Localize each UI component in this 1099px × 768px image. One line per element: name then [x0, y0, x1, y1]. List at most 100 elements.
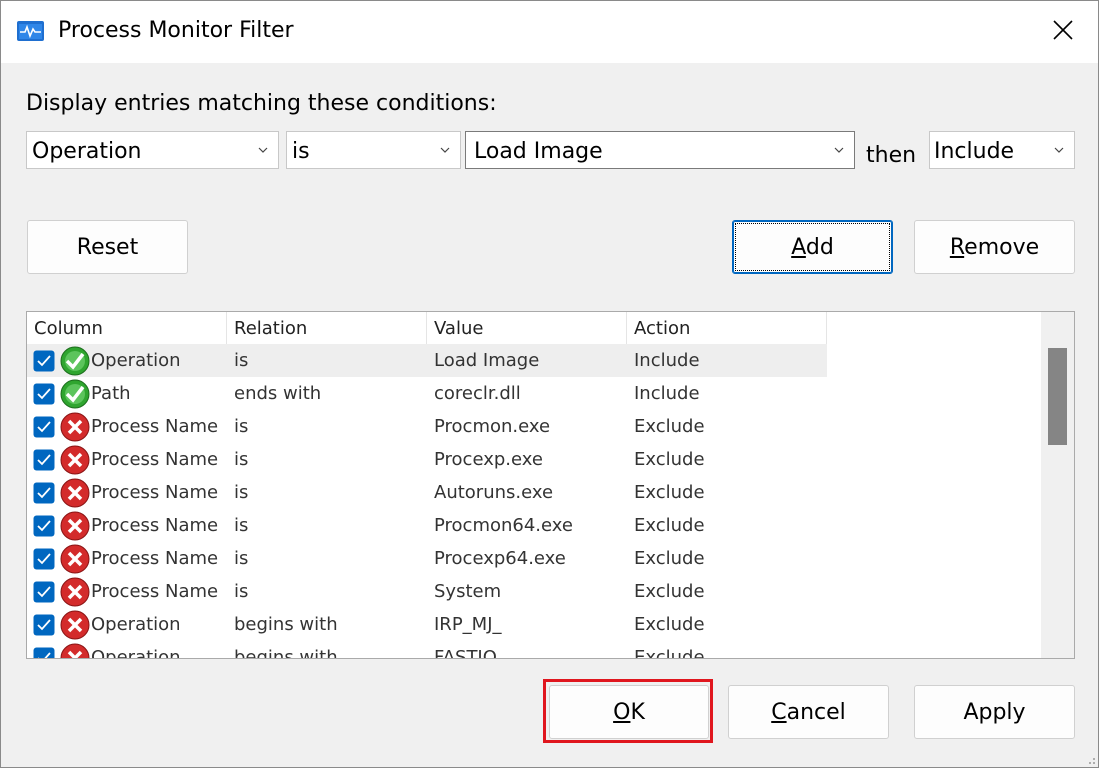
table-row[interactable]: Process Name is Procexp64.exe Exclude	[27, 542, 827, 575]
value-combobox[interactable]: Load Image	[465, 131, 855, 169]
table-row[interactable]: Operation begins with IRP_MJ_ Exclude	[27, 608, 827, 641]
row-column-text: Process Name	[91, 449, 219, 470]
checkbox-checked-icon[interactable]	[33, 416, 55, 438]
close-button[interactable]	[1028, 1, 1098, 59]
table-row[interactable]: Process Name is Procexp.exe Exclude	[27, 443, 827, 476]
row-column-text: Path	[91, 383, 131, 404]
cell-relation: is	[234, 350, 249, 371]
chevron-down-icon	[258, 147, 268, 153]
checkbox-checked-icon[interactable]	[33, 614, 55, 636]
cell-value: FASTIO_	[434, 647, 506, 659]
row-column-text: Process Name	[91, 548, 219, 569]
add-button[interactable]: Add	[732, 220, 893, 274]
header-value[interactable]: Value	[427, 312, 627, 344]
header-action[interactable]: Action	[627, 312, 827, 344]
cell-column: Process Name	[27, 543, 227, 575]
cell-column: Process Name	[27, 411, 227, 443]
row-column-text: Operation	[91, 614, 181, 635]
window-title: Process Monitor Filter	[58, 18, 294, 43]
header-column[interactable]: Column	[27, 312, 227, 344]
relation-combobox-value: is	[292, 139, 310, 164]
header-relation[interactable]: Relation	[227, 312, 427, 344]
exclude-x-icon	[60, 445, 90, 474]
cell-action: Exclude	[634, 416, 705, 437]
exclude-x-icon	[60, 643, 90, 658]
checkbox-checked-icon[interactable]	[33, 383, 55, 405]
cell-value: Procexp64.exe	[434, 548, 566, 569]
checkbox-checked-icon[interactable]	[33, 581, 55, 603]
cell-value: System	[434, 581, 502, 602]
cancel-button[interactable]: Cancel	[728, 685, 889, 739]
exclude-x-icon	[60, 544, 90, 573]
checkbox-checked-icon[interactable]	[33, 449, 55, 471]
row-column-text: Operation	[91, 350, 181, 371]
cell-value: IRP_MJ_	[434, 614, 502, 635]
add-accesskey: A	[791, 234, 806, 260]
table-row[interactable]: Process Name is Procmon.exe Exclude	[27, 410, 827, 443]
checkbox-checked-icon[interactable]	[33, 515, 55, 537]
table-row[interactable]: Process Name is Procmon64.exe Exclude	[27, 509, 827, 542]
table-row[interactable]: Path ends with coreclr.dll Include	[27, 377, 827, 410]
filter-list[interactable]: Column Relation Value Action Operation is…	[26, 311, 1075, 659]
row-column-text: Process Name	[91, 515, 219, 536]
cell-action: Exclude	[634, 449, 705, 470]
exclude-x-icon	[60, 577, 90, 606]
relation-combobox[interactable]: is	[286, 131, 461, 169]
checkbox-checked-icon[interactable]	[33, 350, 55, 372]
add-label-rest: dd	[805, 234, 834, 260]
title-bar: Process Monitor Filter	[1, 1, 1098, 63]
resize-grip-icon[interactable]	[1084, 753, 1096, 765]
chevron-down-icon	[440, 147, 450, 153]
checkbox-checked-icon[interactable]	[33, 482, 55, 504]
remove-button[interactable]: Remove	[914, 220, 1075, 274]
row-column-text: Process Name	[91, 482, 219, 503]
cell-relation: is	[234, 449, 249, 470]
remove-label-rest: emove	[964, 234, 1040, 260]
then-label: then	[866, 143, 917, 168]
vertical-scrollbar[interactable]	[1041, 312, 1074, 658]
cell-relation: begins with	[234, 647, 338, 659]
ok-highlight-box	[543, 679, 713, 743]
cell-action: Exclude	[634, 482, 705, 503]
cell-relation: is	[234, 416, 249, 437]
checkbox-checked-icon[interactable]	[33, 548, 55, 570]
row-column-text: Process Name	[91, 416, 219, 437]
cell-action: Exclude	[634, 614, 705, 635]
process-monitor-filter-dialog: Process Monitor Filter Display entries m…	[0, 0, 1099, 768]
row-column-text: Process Name	[91, 581, 219, 602]
cell-column: Operation	[27, 345, 227, 377]
cell-value: Autoruns.exe	[434, 482, 554, 503]
cell-column: Process Name	[27, 510, 227, 542]
table-row[interactable]: Process Name is System Exclude	[27, 575, 827, 608]
table-row[interactable]: Operation begins with FASTIO_ Exclude	[27, 641, 827, 660]
chevron-down-icon	[1054, 147, 1064, 153]
exclude-x-icon	[60, 610, 90, 639]
checkbox-checked-icon[interactable]	[33, 647, 55, 660]
reset-button[interactable]: Reset	[27, 220, 188, 274]
column-combobox[interactable]: Operation	[26, 131, 279, 169]
cell-relation: is	[234, 482, 249, 503]
cell-column: Operation	[27, 609, 227, 641]
cell-relation: is	[234, 581, 249, 602]
action-combobox[interactable]: Include	[929, 131, 1075, 169]
conditions-label: Display entries matching these condition…	[26, 91, 497, 116]
cell-column: Path	[27, 378, 227, 410]
cell-action: Exclude	[634, 515, 705, 536]
table-row[interactable]: Operation is Load Image Include	[27, 344, 827, 377]
cell-relation: is	[234, 548, 249, 569]
table-row[interactable]: Process Name is Autoruns.exe Exclude	[27, 476, 827, 509]
cell-action: Exclude	[634, 581, 705, 602]
include-check-icon	[60, 346, 90, 375]
exclude-x-icon	[60, 511, 90, 540]
cell-action: Include	[634, 350, 700, 371]
action-combobox-value: Include	[934, 139, 1015, 164]
apply-button[interactable]: Apply	[914, 685, 1075, 739]
column-combobox-value: Operation	[32, 139, 142, 164]
cell-relation: begins with	[234, 614, 338, 635]
cell-value: Procexp.exe	[434, 449, 543, 470]
chevron-down-icon	[834, 147, 844, 153]
scrollbar-thumb[interactable]	[1048, 348, 1067, 445]
cell-relation: is	[234, 515, 249, 536]
cell-relation: ends with	[234, 383, 322, 404]
cell-action: Include	[634, 383, 700, 404]
